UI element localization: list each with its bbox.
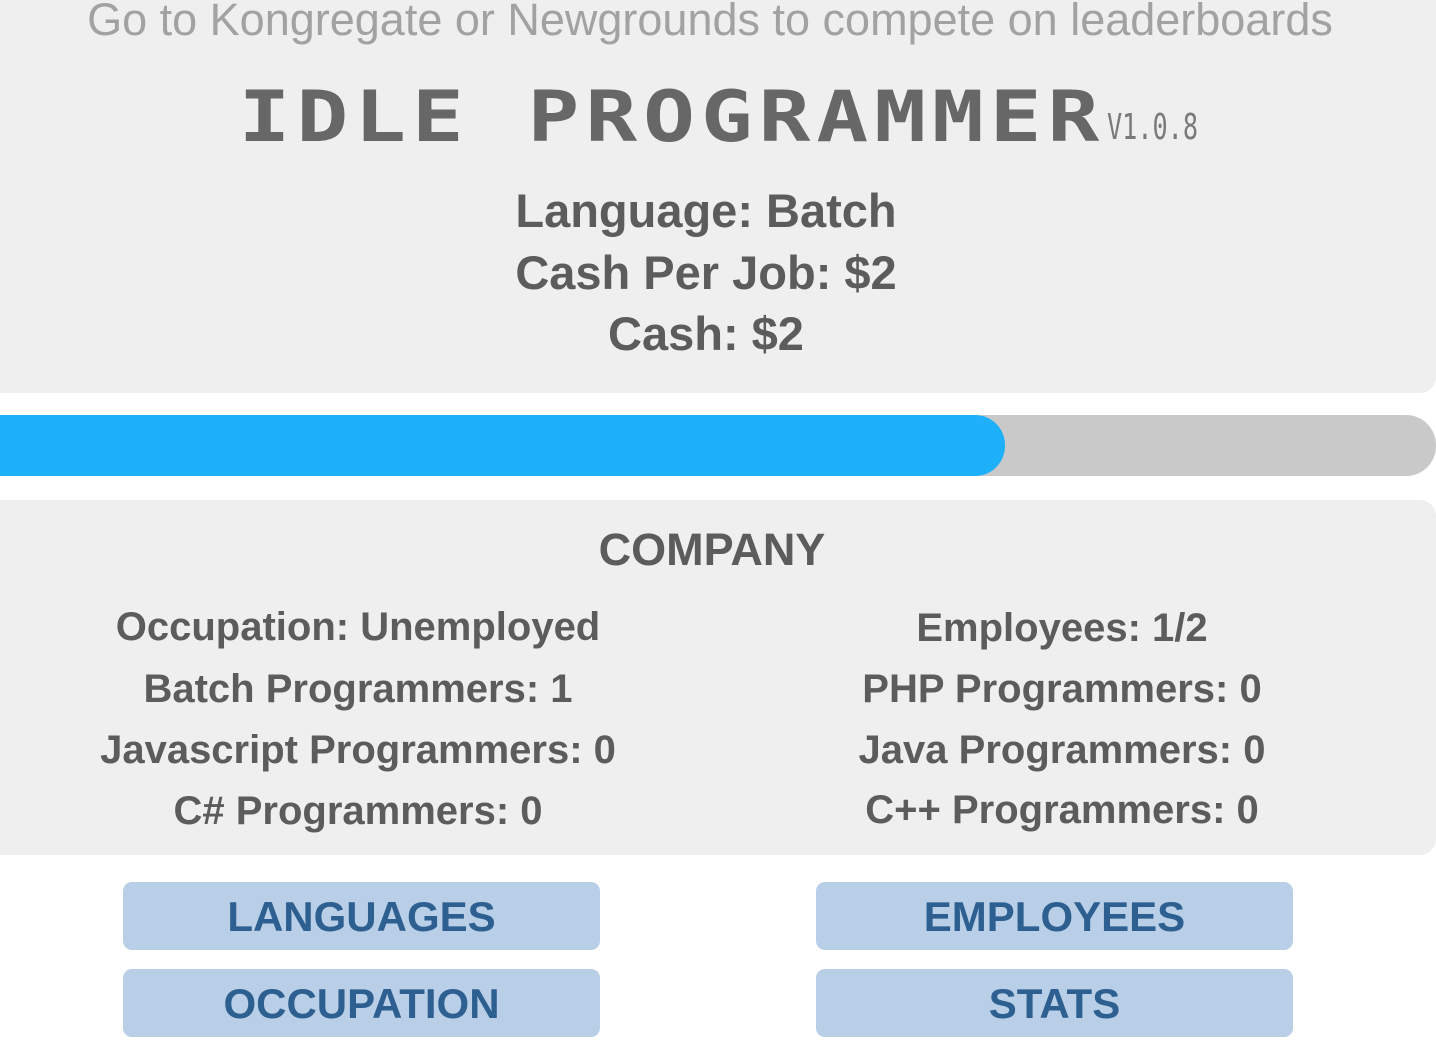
employees-stat: Employees: 1/2 bbox=[916, 606, 1208, 650]
cpp-programmers-stat: C++ Programmers: 0 bbox=[865, 788, 1259, 832]
version-label: V1.0.8 bbox=[1107, 107, 1199, 148]
header-panel: Go to Kongregate or Newgrounds to compet… bbox=[0, 0, 1436, 393]
occupation-stat: Occupation: Unemployed bbox=[115, 605, 601, 649]
job-progress-fill bbox=[0, 415, 1006, 476]
php-programmers-stat: PHP Programmers: 0 bbox=[862, 667, 1262, 711]
company-panel: COMPANY Occupation: Unemployed Batch Pro… bbox=[0, 500, 1436, 855]
java-programmers-stat: Java Programmers: 0 bbox=[858, 728, 1266, 772]
game-title-text: IDLE PROGRAMMER bbox=[238, 76, 1106, 159]
csharp-programmers-stat: C# Programmers: 0 bbox=[173, 789, 543, 833]
leaderboard-promo-text: Go to Kongregate or Newgrounds to compet… bbox=[87, 0, 1333, 45]
game-title: IDLE PROGRAMMERV1.0.8 bbox=[0, 70, 1436, 159]
job-progress-bar[interactable] bbox=[0, 415, 1436, 476]
cash-stat: Cash: $2 bbox=[608, 307, 804, 360]
cash-per-job-stat: Cash Per Job: $2 bbox=[515, 246, 897, 299]
stats-button[interactable]: STATS bbox=[816, 969, 1293, 1037]
company-heading: COMPANY bbox=[598, 524, 826, 575]
language-stat: Language: Batch bbox=[515, 184, 897, 237]
languages-button[interactable]: LANGUAGES bbox=[123, 882, 600, 950]
occupation-button[interactable]: OCCUPATION bbox=[123, 969, 600, 1037]
javascript-programmers-stat: Javascript Programmers: 0 bbox=[100, 728, 616, 772]
batch-programmers-stat: Batch Programmers: 1 bbox=[143, 667, 573, 711]
employees-button[interactable]: EMPLOYEES bbox=[816, 882, 1293, 950]
